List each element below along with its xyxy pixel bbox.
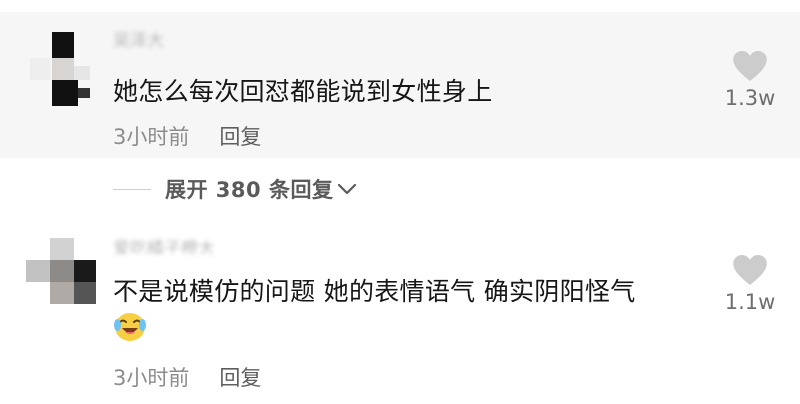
divider-line	[113, 188, 151, 190]
username[interactable]: 吴泽大	[113, 32, 164, 48]
reply-button[interactable]: 回复	[219, 366, 261, 390]
reply-button[interactable]: 回复	[219, 125, 261, 149]
comment-text: 不是说模仿的问题 她的表情语气 确实阴阳怪气	[113, 277, 636, 306]
crying-laughing-emoji	[114, 313, 146, 341]
comment-meta: 3小时前 回复	[113, 121, 261, 151]
comment-thread: 吴泽大 她怎么每次回怼都能说到女性身上 3小时前 回复 1.3w 展开 380 条…	[0, 0, 800, 404]
expand-replies-label[interactable]: 展开 380 条回复	[165, 174, 333, 204]
avatar[interactable]	[26, 32, 98, 106]
like-count: 1.1w	[724, 290, 776, 314]
like-button[interactable]: 1.1w	[720, 254, 780, 314]
like-button[interactable]: 1.3w	[720, 50, 780, 110]
username[interactable]: 爱吃橘子橙大	[113, 240, 215, 254]
comment-item: 爱吃橘子橙大 不是说模仿的问题 她的表情语气 确实阴阳怪气 3小时前 回复 1.1…	[0, 224, 800, 404]
comment-text: 她怎么每次回怼都能说到女性身上	[113, 77, 493, 106]
avatar[interactable]	[26, 230, 98, 304]
heart-icon[interactable]	[732, 50, 768, 82]
expand-replies-button[interactable]: 展开 380 条回复	[113, 174, 357, 204]
timestamp: 3小时前	[113, 366, 190, 390]
like-count: 1.3w	[724, 86, 776, 110]
timestamp: 3小时前	[113, 125, 190, 149]
comment-meta: 3小时前 回复	[113, 362, 261, 392]
chevron-down-icon[interactable]	[337, 182, 357, 196]
heart-icon[interactable]	[732, 254, 768, 286]
comment-item: 吴泽大 她怎么每次回怼都能说到女性身上 3小时前 回复 1.3w	[0, 12, 800, 158]
